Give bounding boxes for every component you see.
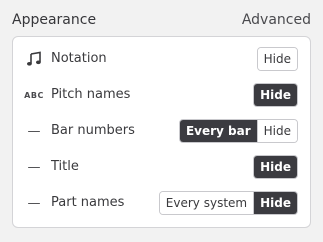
row-label-pitch-names: Pitch names <box>51 87 131 102</box>
title-hide-option[interactable]: Hide <box>254 156 297 178</box>
music-note-icon <box>23 41 45 77</box>
dash-icon: — <box>27 123 41 139</box>
advanced-link[interactable]: Advanced <box>242 10 311 30</box>
dash-icon: — <box>27 159 41 175</box>
row-bar-numbers: — Bar numbers Every bar Hide <box>13 113 310 149</box>
row-notation: Notation Hide <box>13 41 310 77</box>
bar-numbers-every-bar-option[interactable]: Every bar <box>179 120 257 142</box>
bar-numbers-hide-option[interactable]: Hide <box>256 120 297 142</box>
pitch-names-toggle: Hide <box>253 83 298 107</box>
bar-numbers-toggle: Every bar Hide <box>178 119 298 143</box>
section-title: Appearance <box>12 12 97 28</box>
pitch-names-hide-option[interactable]: Hide <box>254 84 297 106</box>
row-label-part-names: Part names <box>51 195 125 210</box>
appearance-panel: Notation Hide ABC Pitch names Hide — Bar… <box>12 36 311 228</box>
row-pitch-names: ABC Pitch names Hide <box>13 77 310 113</box>
notation-toggle: Hide <box>256 47 298 71</box>
row-part-names: — Part names Every system Hide <box>13 185 310 221</box>
part-names-toggle: Every system Hide <box>158 191 298 215</box>
notation-hide-option[interactable]: Hide <box>257 48 297 70</box>
row-label-title: Title <box>51 159 79 174</box>
row-title: — Title Hide <box>13 149 310 185</box>
row-label-notation: Notation <box>51 51 107 66</box>
abc-icon: ABC <box>24 90 44 100</box>
part-names-hide-option[interactable]: Hide <box>253 192 297 214</box>
part-names-every-system-option[interactable]: Every system <box>159 192 254 214</box>
dash-icon: — <box>27 195 41 211</box>
appearance-header: Appearance Advanced <box>12 10 311 30</box>
row-label-bar-numbers: Bar numbers <box>51 123 135 138</box>
title-toggle: Hide <box>253 155 298 179</box>
